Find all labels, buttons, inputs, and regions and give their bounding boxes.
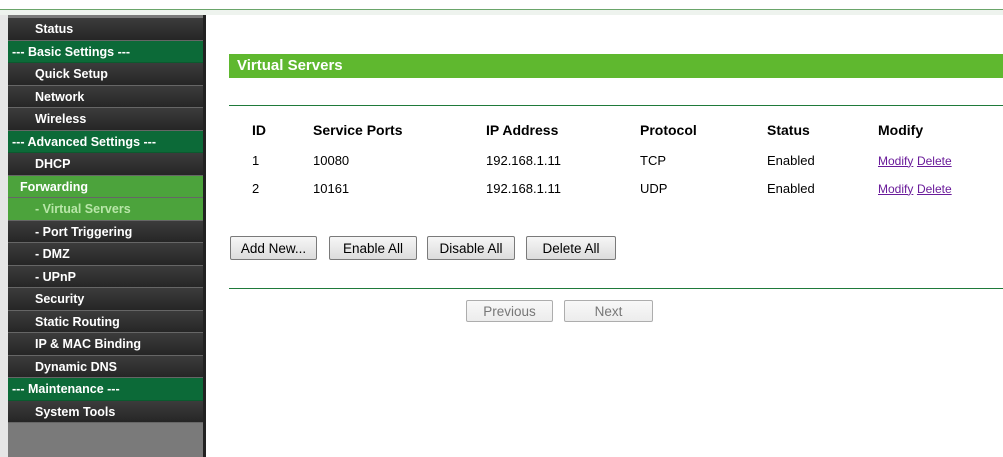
enable-all-button[interactable]: Enable All — [329, 236, 417, 260]
table-row: 1 10080 192.168.1.11 TCP Enabled Modify … — [229, 146, 1003, 174]
sidebar-item-dhcp[interactable]: DHCP — [8, 153, 203, 176]
row-ip-address: 192.168.1.11 — [486, 152, 561, 168]
column-header-status: Status — [767, 122, 810, 138]
sidebar-item-status[interactable]: Status — [8, 18, 203, 41]
sidebar-section-maintenance: --- Maintenance --- — [8, 378, 203, 401]
sidebar-item-static-routing[interactable]: Static Routing — [8, 310, 203, 333]
sidebar-item-forwarding[interactable]: Forwarding — [8, 175, 203, 198]
column-header-service-ports: Service Ports — [313, 122, 403, 138]
sidebar-item-quick-setup[interactable]: Quick Setup — [8, 63, 203, 86]
previous-button[interactable]: Previous — [466, 300, 553, 322]
sidebar-item-dmz[interactable]: - DMZ — [8, 243, 203, 266]
row-ip-address: 192.168.1.11 — [486, 180, 561, 196]
sidebar-item-virtual-servers[interactable]: - Virtual Servers — [8, 198, 203, 221]
delete-link[interactable]: Delete — [917, 182, 952, 196]
row-protocol: UDP — [640, 180, 668, 196]
delete-all-button[interactable]: Delete All — [526, 236, 616, 260]
sidebar-item-upnp[interactable]: - UPnP — [8, 265, 203, 288]
sidebar-item-network[interactable]: Network — [8, 85, 203, 108]
modify-link[interactable]: Modify — [878, 154, 913, 168]
row-status: Enabled — [767, 180, 815, 196]
sidebar-item-wireless[interactable]: Wireless — [8, 108, 203, 131]
row-id: 2 — [252, 180, 260, 196]
sidebar-divider — [203, 15, 206, 457]
column-header-ip-address: IP Address — [486, 122, 559, 138]
disable-all-button[interactable]: Disable All — [427, 236, 515, 260]
modify-link[interactable]: Modify — [878, 182, 913, 196]
row-service-port: 10080 — [313, 152, 350, 168]
main-content: Virtual Servers ID Service Ports IP Addr… — [229, 0, 1003, 457]
row-actions: Modify Delete — [878, 146, 1003, 174]
sidebar-section-advanced-settings: --- Advanced Settings --- — [8, 130, 203, 153]
sidebar-item-system-tools[interactable]: System Tools — [8, 400, 203, 423]
row-id: 1 — [252, 152, 260, 168]
sidebar-item-dynamic-dns[interactable]: Dynamic DNS — [8, 355, 203, 378]
row-status: Enabled — [767, 152, 815, 168]
table-bottom-rule — [229, 288, 1003, 289]
sidebar-item-security[interactable]: Security — [8, 288, 203, 311]
column-header-protocol: Protocol — [640, 122, 697, 138]
table-header-row: ID Service Ports IP Address Protocol Sta… — [229, 114, 1003, 146]
add-new-button[interactable]: Add New... — [230, 236, 317, 260]
page-title: Virtual Servers — [229, 54, 1003, 78]
virtual-servers-table: ID Service Ports IP Address Protocol Sta… — [229, 114, 1003, 202]
row-protocol: TCP — [640, 152, 666, 168]
row-service-port: 10161 — [313, 180, 350, 196]
column-header-id: ID — [252, 122, 266, 138]
table-top-rule — [229, 105, 1003, 106]
sidebar-item-port-triggering[interactable]: - Port Triggering — [8, 220, 203, 243]
column-header-modify: Modify — [878, 122, 924, 138]
sidebar-menu: Status --- Basic Settings --- Quick Setu… — [8, 18, 203, 423]
next-button[interactable]: Next — [564, 300, 653, 322]
sidebar-section-basic-settings: --- Basic Settings --- — [8, 40, 203, 63]
sidebar-item-ip-mac-binding[interactable]: IP & MAC Binding — [8, 333, 203, 356]
table-row: 2 10161 192.168.1.11 UDP Enabled Modify … — [229, 174, 1003, 202]
row-actions: Modify Delete — [878, 174, 1003, 202]
delete-link[interactable]: Delete — [917, 154, 952, 168]
